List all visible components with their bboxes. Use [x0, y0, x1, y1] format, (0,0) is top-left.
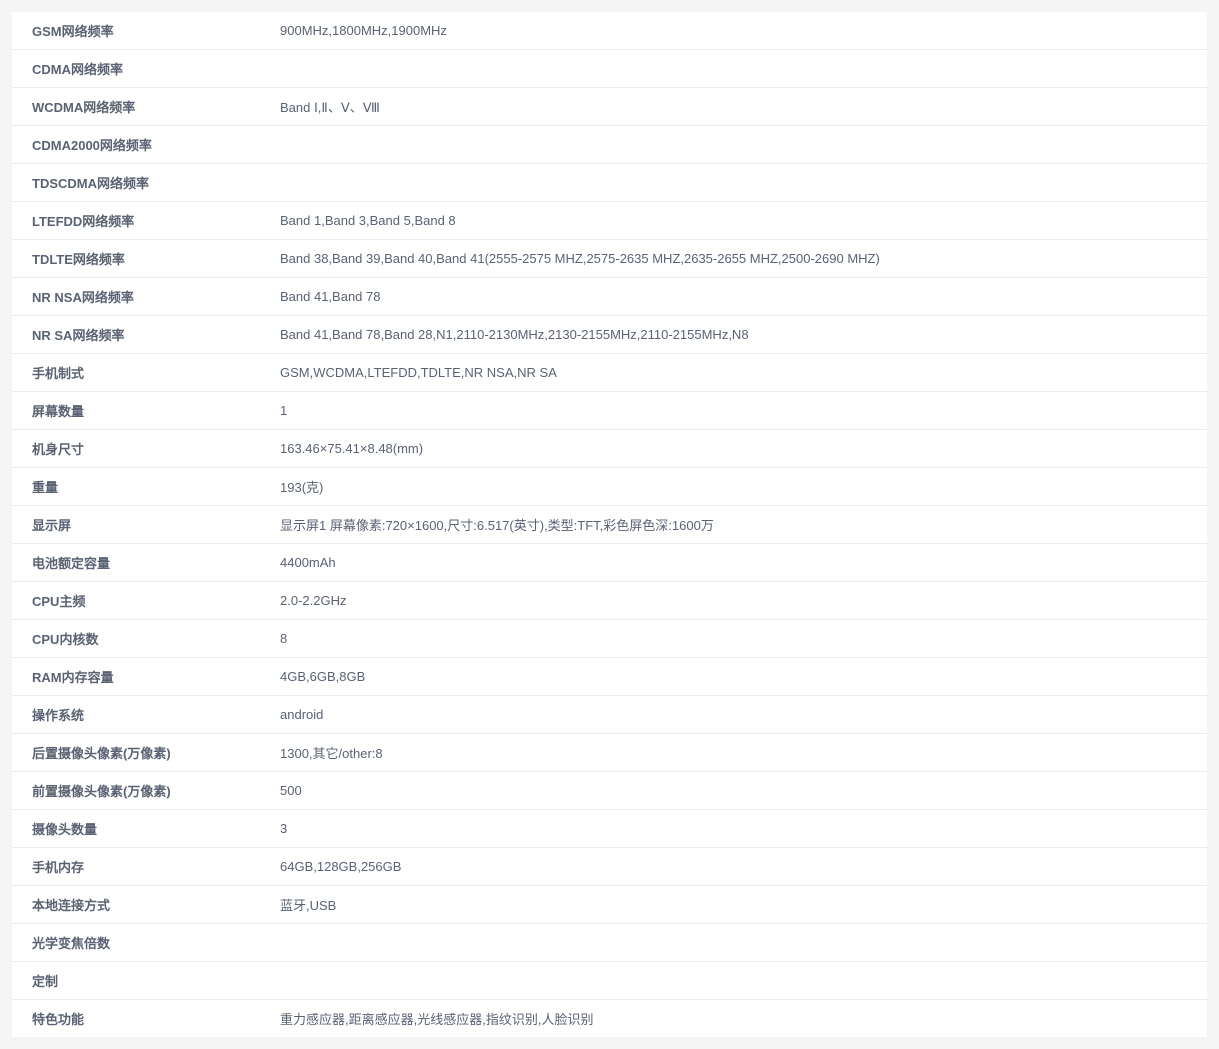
spec-value: 显示屏1 屏幕像素:720×1600,尺寸:6.517(英寸),类型:TFT,彩… — [280, 506, 1207, 543]
table-row: 操作系统 android — [12, 696, 1207, 734]
spec-value: Band 1,Band 3,Band 5,Band 8 — [280, 204, 1207, 237]
spec-label: 摄像头数量 — [12, 810, 280, 847]
spec-value: 4GB,6GB,8GB — [280, 660, 1207, 693]
spec-label: 特色功能 — [12, 1000, 280, 1037]
spec-value: 193(克) — [280, 468, 1207, 505]
spec-label: 光学变焦倍数 — [12, 924, 280, 961]
spec-value: 1300,其它/other:8 — [280, 734, 1207, 771]
table-row: TDLTE网络频率 Band 38,Band 39,Band 40,Band 4… — [12, 240, 1207, 278]
table-row: 重量 193(克) — [12, 468, 1207, 506]
spec-label: CPU主频 — [12, 582, 280, 619]
spec-label: 显示屏 — [12, 506, 280, 543]
spec-value: GSM,WCDMA,LTEFDD,TDLTE,NR NSA,NR SA — [280, 356, 1207, 389]
table-row: 电池额定容量 4400mAh — [12, 544, 1207, 582]
spec-value — [280, 174, 1207, 192]
spec-label: TDLTE网络频率 — [12, 240, 280, 277]
spec-label: CDMA2000网络频率 — [12, 126, 280, 163]
spec-label: RAM内存容量 — [12, 658, 280, 695]
table-row: CDMA2000网络频率 — [12, 126, 1207, 164]
spec-label: 手机内存 — [12, 848, 280, 885]
spec-value: 2.0-2.2GHz — [280, 584, 1207, 617]
table-row: 定制 — [12, 962, 1207, 1000]
table-row: NR NSA网络频率 Band 41,Band 78 — [12, 278, 1207, 316]
spec-value: 重力感应器,距离感应器,光线感应器,指纹识别,人脸识别 — [280, 1000, 1207, 1037]
spec-value — [280, 934, 1207, 952]
table-row: 后置摄像头像素(万像素) 1300,其它/other:8 — [12, 734, 1207, 772]
table-row: NR SA网络频率 Band 41,Band 78,Band 28,N1,211… — [12, 316, 1207, 354]
spec-value: android — [280, 698, 1207, 731]
spec-label: 机身尺寸 — [12, 430, 280, 467]
spec-label: 本地连接方式 — [12, 886, 280, 923]
table-row: TDSCDMA网络频率 — [12, 164, 1207, 202]
table-row: 本地连接方式 蓝牙,USB — [12, 886, 1207, 924]
spec-label: 屏幕数量 — [12, 392, 280, 429]
spec-label: CDMA网络频率 — [12, 50, 280, 87]
spec-label: 后置摄像头像素(万像素) — [12, 734, 280, 771]
spec-label: TDSCDMA网络频率 — [12, 164, 280, 201]
table-row: 特色功能 重力感应器,距离感应器,光线感应器,指纹识别,人脸识别 — [12, 1000, 1207, 1037]
spec-value: 900MHz,1800MHz,1900MHz — [280, 14, 1207, 47]
spec-label: CPU内核数 — [12, 620, 280, 657]
spec-label: 操作系统 — [12, 696, 280, 733]
spec-label: NR NSA网络频率 — [12, 278, 280, 315]
spec-value: 163.46×75.41×8.48(mm) — [280, 432, 1207, 465]
spec-value: 8 — [280, 622, 1207, 655]
spec-value: 500 — [280, 774, 1207, 807]
spec-label: 定制 — [12, 962, 280, 999]
table-row: 手机内存 64GB,128GB,256GB — [12, 848, 1207, 886]
spec-label: WCDMA网络频率 — [12, 88, 280, 125]
spec-value: 3 — [280, 812, 1207, 845]
spec-value: 1 — [280, 394, 1207, 427]
table-row: CPU内核数 8 — [12, 620, 1207, 658]
spec-value — [280, 136, 1207, 154]
table-row: 摄像头数量 3 — [12, 810, 1207, 848]
spec-value — [280, 60, 1207, 78]
spec-label: GSM网络频率 — [12, 12, 280, 49]
table-row: 显示屏 显示屏1 屏幕像素:720×1600,尺寸:6.517(英寸),类型:T… — [12, 506, 1207, 544]
spec-table: GSM网络频率 900MHz,1800MHz,1900MHz CDMA网络频率 … — [12, 12, 1207, 1037]
table-row: 机身尺寸 163.46×75.41×8.48(mm) — [12, 430, 1207, 468]
table-row: RAM内存容量 4GB,6GB,8GB — [12, 658, 1207, 696]
spec-label: 电池额定容量 — [12, 544, 280, 581]
table-row: LTEFDD网络频率 Band 1,Band 3,Band 5,Band 8 — [12, 202, 1207, 240]
table-row: 前置摄像头像素(万像素) 500 — [12, 772, 1207, 810]
spec-value: Band 41,Band 78 — [280, 280, 1207, 313]
table-row: 光学变焦倍数 — [12, 924, 1207, 962]
spec-label: 手机制式 — [12, 354, 280, 391]
spec-value — [280, 972, 1207, 990]
spec-value: Band 41,Band 78,Band 28,N1,2110-2130MHz,… — [280, 318, 1207, 351]
table-row: WCDMA网络频率 Band Ⅰ,Ⅱ、Ⅴ、Ⅷ — [12, 88, 1207, 126]
table-row: 手机制式 GSM,WCDMA,LTEFDD,TDLTE,NR NSA,NR SA — [12, 354, 1207, 392]
table-row: GSM网络频率 900MHz,1800MHz,1900MHz — [12, 12, 1207, 50]
spec-value: 蓝牙,USB — [280, 886, 1207, 923]
spec-value: 64GB,128GB,256GB — [280, 850, 1207, 883]
spec-label: 重量 — [12, 468, 280, 505]
spec-label: NR SA网络频率 — [12, 316, 280, 353]
spec-value: Band 38,Band 39,Band 40,Band 41(2555-257… — [280, 242, 1207, 275]
spec-value: 4400mAh — [280, 546, 1207, 579]
spec-value: Band Ⅰ,Ⅱ、Ⅴ、Ⅷ — [280, 88, 1207, 125]
table-row: CDMA网络频率 — [12, 50, 1207, 88]
spec-label: LTEFDD网络频率 — [12, 202, 280, 239]
table-row: CPU主频 2.0-2.2GHz — [12, 582, 1207, 620]
spec-label: 前置摄像头像素(万像素) — [12, 772, 280, 809]
table-row: 屏幕数量 1 — [12, 392, 1207, 430]
